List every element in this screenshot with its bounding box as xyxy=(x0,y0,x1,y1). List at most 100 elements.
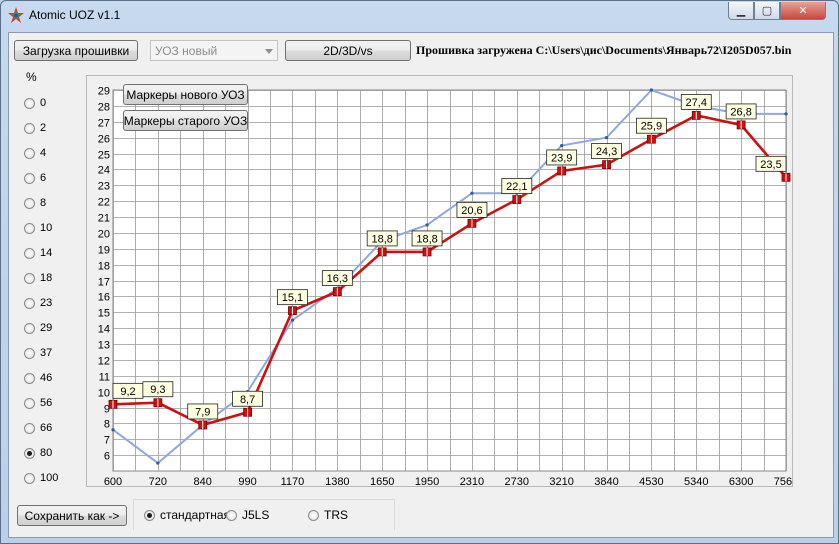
percent-option-label: 18 xyxy=(40,272,53,284)
percent-radio[interactable] xyxy=(24,447,35,459)
percent-option[interactable]: 80 xyxy=(24,446,52,460)
data-label: 27,4 xyxy=(686,97,707,109)
x-tick-label: 600 xyxy=(104,476,122,486)
uoz-chart: 6789101112131415161718192021222324252627… xyxy=(98,86,798,489)
x-tick-label: 1650 xyxy=(370,476,394,486)
mode-standard[interactable]: стандартная xyxy=(144,508,230,522)
data-label: 22,1 xyxy=(506,181,527,193)
uoz-select[interactable]: УОЗ новый xyxy=(150,40,278,61)
old-uoz-point xyxy=(111,428,115,432)
y-tick-label: 24 xyxy=(98,165,110,177)
y-tick-label: 13 xyxy=(98,340,110,352)
percent-option-label: 4 xyxy=(40,147,47,159)
percent-option-label: 0 xyxy=(40,97,47,109)
old-markers-button[interactable]: Маркеры старого УОЗ xyxy=(123,110,248,131)
y-tick-label: 26 xyxy=(98,134,110,146)
x-tick-label: 7560 xyxy=(774,476,792,486)
x-tick-label: 1950 xyxy=(415,476,439,486)
mode-j5ls[interactable]: J5LS xyxy=(226,508,269,522)
minimize-icon: ▁ xyxy=(736,4,746,17)
percent-radio[interactable] xyxy=(24,272,35,284)
load-firmware-button[interactable]: Загрузка прошивки xyxy=(14,40,138,61)
maximize-button[interactable]: ▢ xyxy=(754,2,780,20)
percent-radio[interactable] xyxy=(24,422,35,434)
percent-option-label: 37 xyxy=(40,347,53,359)
percent-option[interactable]: 14 xyxy=(24,246,52,260)
data-label: 26,8 xyxy=(730,106,751,118)
percent-option[interactable]: 0 xyxy=(24,96,46,110)
percent-option[interactable]: 6 xyxy=(24,171,46,185)
percent-option-label: 10 xyxy=(40,222,53,234)
y-tick-label: 20 xyxy=(98,229,110,241)
client-area: Загрузка прошивки УОЗ новый 2D/3D/vs Про… xyxy=(8,32,834,538)
percent-radio[interactable] xyxy=(24,147,35,159)
chart-panel: 6 7 8 9 10 11 12 13 14 15 16 17 18 19 20 21 22 23 24 25 26 27… xyxy=(86,75,798,489)
percent-option-label: 2 xyxy=(40,122,47,134)
percent-radio[interactable] xyxy=(24,297,35,309)
percent-option-label: 56 xyxy=(40,397,53,409)
percent-option[interactable]: 8 xyxy=(24,196,46,210)
mode-standard-radio[interactable] xyxy=(144,509,155,521)
percent-option[interactable]: 18 xyxy=(24,271,52,285)
firmware-status: Прошивка загружена C:\Users\дис\Document… xyxy=(416,43,792,57)
percent-option[interactable]: 46 xyxy=(24,371,52,385)
percent-option-label: 66 xyxy=(40,422,53,434)
old-uoz-point xyxy=(784,112,788,116)
app-window: Atomic UOZ v1.1 ▁ ▢ ✕ Загрузка прошивки … xyxy=(0,0,839,544)
percent-option[interactable]: 2 xyxy=(24,121,46,135)
y-tick-label: 6 xyxy=(104,451,110,463)
percent-radio[interactable] xyxy=(24,397,35,409)
data-label: 7,9 xyxy=(195,406,210,418)
data-label: 16,3 xyxy=(327,273,348,285)
old-uoz-point xyxy=(425,223,429,227)
y-tick-label: 14 xyxy=(98,324,110,336)
y-tick-label: 29 xyxy=(98,86,110,98)
old-uoz-point xyxy=(470,191,474,195)
y-tick-label: 11 xyxy=(99,372,110,384)
percent-radio[interactable] xyxy=(24,322,35,334)
percent-radio[interactable] xyxy=(24,247,35,259)
percent-radio[interactable] xyxy=(24,347,35,359)
percent-option[interactable]: 100 xyxy=(24,471,58,485)
x-tick-label: 4530 xyxy=(639,476,663,486)
y-tick-label: 28 xyxy=(98,102,110,114)
mode-trs-radio[interactable] xyxy=(308,509,319,521)
data-label: 9,2 xyxy=(120,386,135,398)
minimize-button[interactable]: ▁ xyxy=(728,2,754,20)
x-tick-label: 1380 xyxy=(325,476,349,486)
save-as-button[interactable]: Сохранить как -> xyxy=(17,505,127,526)
x-tick-label: 2730 xyxy=(505,476,529,486)
window-title: Atomic UOZ v1.1 xyxy=(29,8,121,22)
new-markers-button[interactable]: Маркеры нового УОЗ xyxy=(123,84,248,105)
percent-option[interactable]: 23 xyxy=(24,296,52,310)
percent-option[interactable]: 56 xyxy=(24,396,52,410)
chevron-down-icon xyxy=(265,49,273,54)
percent-radio[interactable] xyxy=(24,222,35,234)
percent-option-label: 100 xyxy=(40,472,59,484)
percent-option[interactable]: 4 xyxy=(24,146,46,160)
percent-radio[interactable] xyxy=(24,122,35,134)
view-mode-button[interactable]: 2D/3D/vs xyxy=(285,40,411,61)
y-tick-label: 21 xyxy=(98,213,110,225)
percent-radio[interactable] xyxy=(24,97,35,109)
old-uoz-point xyxy=(649,88,654,92)
data-label: 23,9 xyxy=(551,152,572,164)
close-button[interactable]: ✕ xyxy=(780,2,826,20)
mode-trs[interactable]: TRS xyxy=(308,508,348,522)
percent-option[interactable]: 29 xyxy=(24,321,52,335)
percent-option[interactable]: 10 xyxy=(24,221,52,235)
percent-radio[interactable] xyxy=(24,372,35,384)
y-tick-label: 15 xyxy=(98,308,110,320)
x-tick-label: 6300 xyxy=(729,476,753,486)
percent-option-label: 8 xyxy=(40,197,47,209)
old-uoz-point xyxy=(604,136,609,140)
data-label: 9,3 xyxy=(150,384,165,396)
percent-option[interactable]: 66 xyxy=(24,421,52,435)
x-tick-label: 990 xyxy=(238,476,256,486)
percent-radio[interactable] xyxy=(24,172,35,184)
percent-option[interactable]: 37 xyxy=(24,346,52,360)
title-bar[interactable]: Atomic UOZ v1.1 ▁ ▢ ✕ xyxy=(1,1,838,29)
percent-radio[interactable] xyxy=(24,472,35,484)
mode-j5ls-radio[interactable] xyxy=(226,509,237,521)
percent-radio[interactable] xyxy=(24,197,35,209)
